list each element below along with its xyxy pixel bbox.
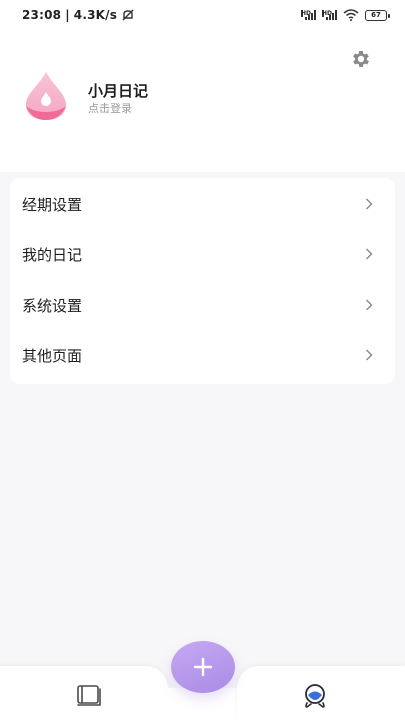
menu-card: 经期设置 我的日记 系统设置 其他页面 xyxy=(10,178,395,384)
profile-icon[interactable] xyxy=(302,683,328,709)
menu-item-system-settings[interactable]: 系统设置 xyxy=(10,280,395,330)
menu-item-my-diary[interactable]: 我的日记 xyxy=(10,229,395,279)
plus-icon xyxy=(193,657,213,677)
gear-icon[interactable] xyxy=(350,48,372,70)
status-separator: | xyxy=(65,8,70,22)
menu-item-label: 我的日记 xyxy=(22,245,83,264)
book-icon[interactable] xyxy=(76,684,102,708)
chevron-right-icon xyxy=(366,248,373,260)
menu-item-other-pages[interactable]: 其他页面 xyxy=(10,330,395,380)
battery-level: 67 xyxy=(371,11,381,19)
profile-name[interactable]: 小月日记 xyxy=(88,80,148,101)
battery-icon: 67 xyxy=(365,9,390,21)
status-bar: 23:08 | 4.3K/s HD HD 67 xyxy=(0,0,405,30)
login-link[interactable]: 点击登录 xyxy=(88,100,132,116)
screen: 23:08 | 4.3K/s HD HD 67 小月日记 点击登录 经期设置 我… xyxy=(0,0,405,720)
wifi-icon xyxy=(343,9,359,21)
chevron-right-icon xyxy=(366,299,373,311)
signal-icon: HD xyxy=(301,10,316,20)
status-time: 23:08 xyxy=(22,8,62,22)
header-area: 23:08 | 4.3K/s HD HD 67 小月日记 点击登录 xyxy=(0,0,405,172)
chevron-right-icon xyxy=(366,198,373,210)
menu-item-period-settings[interactable]: 经期设置 xyxy=(10,179,395,229)
menu-item-label: 其他页面 xyxy=(22,346,83,365)
chevron-right-icon xyxy=(366,349,373,361)
signal-icon-2: HD xyxy=(322,10,337,20)
menu-item-label: 系统设置 xyxy=(22,296,83,315)
menu-item-label: 经期设置 xyxy=(22,195,83,214)
drop-logo-icon[interactable] xyxy=(22,70,70,122)
add-diary-button[interactable] xyxy=(171,641,235,693)
status-speed: 4.3K/s xyxy=(73,8,118,22)
status-left: 23:08 | 4.3K/s xyxy=(22,8,135,22)
mute-icon xyxy=(122,9,134,21)
status-right: HD HD 67 xyxy=(301,9,390,21)
